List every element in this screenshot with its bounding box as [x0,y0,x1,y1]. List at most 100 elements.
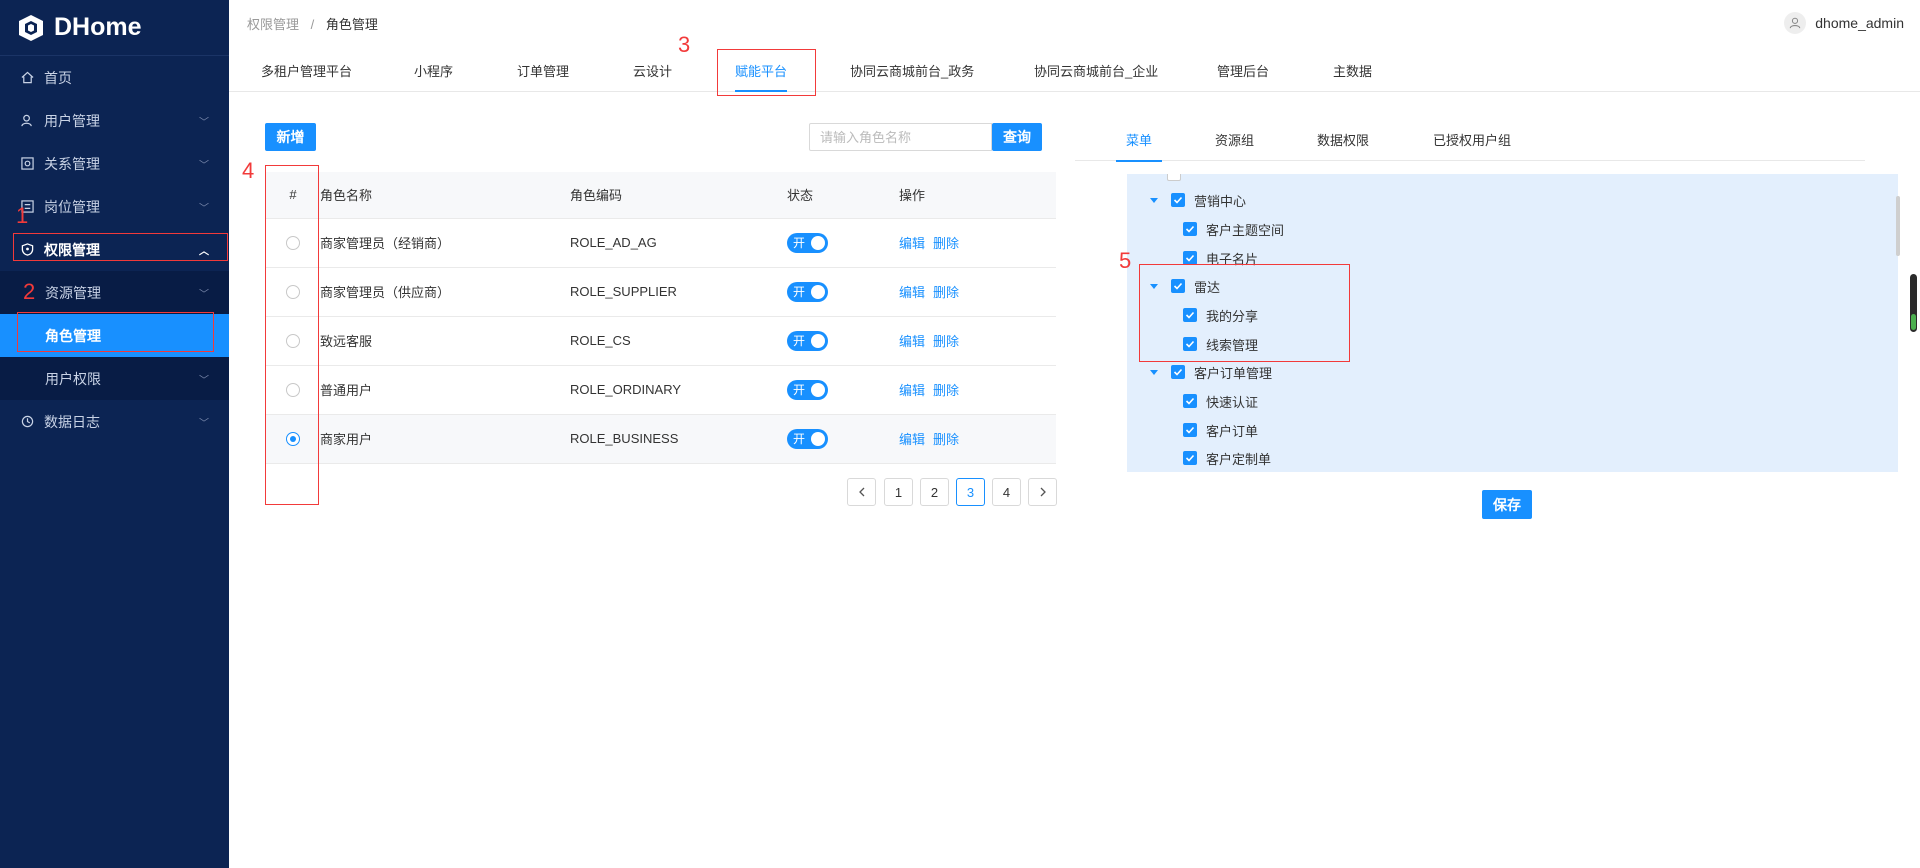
tab-master-data[interactable]: 主数据 [1333,46,1372,92]
table-row[interactable]: 商家用户 ROLE_BUSINESS 开 编辑 删除 [266,414,1056,464]
delete-link[interactable]: 删除 [933,285,959,300]
table-row[interactable]: 商家管理员（供应商） ROLE_SUPPLIER 开 编辑 删除 [266,267,1056,317]
save-button[interactable]: 保存 [1482,490,1532,519]
tree-scrollbar[interactable] [1896,196,1900,256]
delete-link[interactable]: 删除 [933,334,959,349]
tab-cloud-design[interactable]: 云设计 [633,46,672,92]
page-button[interactable]: 2 [920,478,949,506]
status-toggle[interactable]: 开 [787,281,828,302]
sidebar-item-label: 岗位管理 [44,198,100,215]
tab-admin-backend[interactable]: 管理后台 [1217,46,1269,92]
tab-mini-program[interactable]: 小程序 [414,46,453,92]
row-radio[interactable] [286,334,300,349]
tree-node[interactable]: 雷达 [1149,274,1220,298]
tree-checkbox[interactable] [1183,251,1197,265]
tree-checkbox[interactable] [1183,308,1197,322]
sidebar-item-label: 关系管理 [44,155,100,172]
tree-node-label: 电子名片 [1206,251,1259,267]
prev-page-button[interactable] [847,478,876,506]
sidebar-item-permission-management[interactable]: 权限管理 ︿ [0,228,229,271]
page-button-current[interactable]: 3 [956,478,985,506]
row-radio[interactable] [286,285,300,300]
sidebar-item-role-management[interactable]: 角色管理 [0,314,229,357]
tree-node-label: 客户定制单 [1206,451,1272,467]
tree-checkbox[interactable] [1183,423,1197,437]
search-button[interactable]: 查询 [992,123,1042,151]
tab-order-management[interactable]: 订单管理 [517,46,569,92]
table-row[interactable]: 普通用户 ROLE_ORDINARY 开 编辑 删除 [266,365,1056,415]
sidebar-item-user-permission[interactable]: 用户权限 ﹀ [0,357,229,400]
tab-data-permission[interactable]: 数据权限 [1317,125,1369,161]
page-button[interactable]: 1 [884,478,913,506]
tree-node-label: 雷达 [1194,279,1221,295]
table-row[interactable]: 商家管理员（经销商） ROLE_AD_AG 开 编辑 删除 [266,218,1056,268]
app-logo: DHome [0,0,229,56]
chevron-up-icon: ︿ [199,246,209,257]
tree-node[interactable]: 客户订单 [1183,418,1258,442]
tree-node[interactable]: 线索管理 [1183,332,1258,356]
edit-link[interactable]: 编辑 [899,432,925,447]
tree-node[interactable]: 快速认证 [1183,389,1258,413]
tab-mall-enterprise[interactable]: 协同云商城前台_企业 [1034,46,1158,92]
status-toggle[interactable]: 开 [787,330,828,351]
sidebar-item-relation-management[interactable]: 关系管理 ﹀ [0,142,229,185]
sidebar-item-home[interactable]: 首页 [0,56,229,99]
tree-checkbox[interactable] [1183,222,1197,236]
caret-down-icon[interactable] [1149,195,1159,205]
delete-link[interactable]: 删除 [933,383,959,398]
edit-link[interactable]: 编辑 [899,383,925,398]
top-bar: 权限管理 / 角色管理 dhome_admin [229,0,1920,46]
role-search-input[interactable] [809,123,992,151]
tree-checkbox[interactable] [1183,394,1197,408]
check-icon [1173,368,1183,376]
tree-node[interactable]: 我的分享 [1183,303,1258,327]
role-name: 普通用户 [320,365,570,415]
delete-link[interactable]: 删除 [933,236,959,251]
delete-link[interactable]: 删除 [933,432,959,447]
row-radio[interactable] [286,383,300,398]
status-toggle[interactable]: 开 [787,379,828,400]
relation-icon [20,157,34,171]
status-toggle[interactable]: 开 [787,428,828,449]
tab-resource-group[interactable]: 资源组 [1215,125,1254,161]
row-radio[interactable] [286,236,300,251]
tree-node[interactable]: 客户订单管理 [1149,360,1272,384]
status-toggle[interactable]: 开 [787,232,828,253]
check-icon [1185,254,1195,262]
caret-down-icon[interactable] [1149,281,1159,291]
page-button[interactable]: 4 [992,478,1021,506]
page-scroll-indicator[interactable] [1910,274,1917,332]
edit-link[interactable]: 编辑 [899,285,925,300]
tab-authorized-user-group[interactable]: 已授权用户组 [1433,125,1511,161]
sidebar-item-user-management[interactable]: 用户管理 ﹀ [0,99,229,142]
table-row[interactable]: 致远客服 ROLE_CS 开 编辑 删除 [266,316,1056,366]
tree-checkbox[interactable] [1171,193,1185,207]
check-icon [1173,196,1183,204]
breadcrumb-parent[interactable]: 权限管理 [247,17,299,32]
tree-node[interactable]: 客户主题空间 [1183,217,1284,241]
tree-checkbox[interactable] [1183,337,1197,351]
user-menu[interactable]: dhome_admin [1784,12,1904,34]
tab-multi-tenant[interactable]: 多租户管理平台 [261,46,352,92]
tab-mall-gov[interactable]: 协同云商城前台_政务 [850,46,974,92]
sidebar-item-data-log[interactable]: 数据日志 ﹀ [0,400,229,443]
tree-node[interactable]: 营销中心 [1149,188,1246,212]
log-icon [20,415,34,429]
user-icon [20,114,34,128]
edit-link[interactable]: 编辑 [899,334,925,349]
tree-node[interactable]: 客户定制单 [1183,446,1271,470]
edit-link[interactable]: 编辑 [899,236,925,251]
tree-checkbox[interactable] [1171,279,1185,293]
tab-empower-platform[interactable]: 赋能平台 [735,46,788,92]
tab-menu[interactable]: 菜单 [1115,125,1163,162]
tree-node[interactable]: 电子名片 [1183,246,1258,270]
tree-checkbox[interactable] [1167,174,1181,181]
next-page-button[interactable] [1028,478,1057,506]
add-role-button[interactable]: 新增 [265,123,316,151]
tree-checkbox[interactable] [1171,365,1185,379]
tree-checkbox[interactable] [1183,451,1197,465]
sidebar-item-post-management[interactable]: 岗位管理 ﹀ [0,185,229,228]
caret-down-icon[interactable] [1149,367,1159,377]
row-radio-selected[interactable] [286,432,300,447]
app-title: DHome [54,13,142,41]
